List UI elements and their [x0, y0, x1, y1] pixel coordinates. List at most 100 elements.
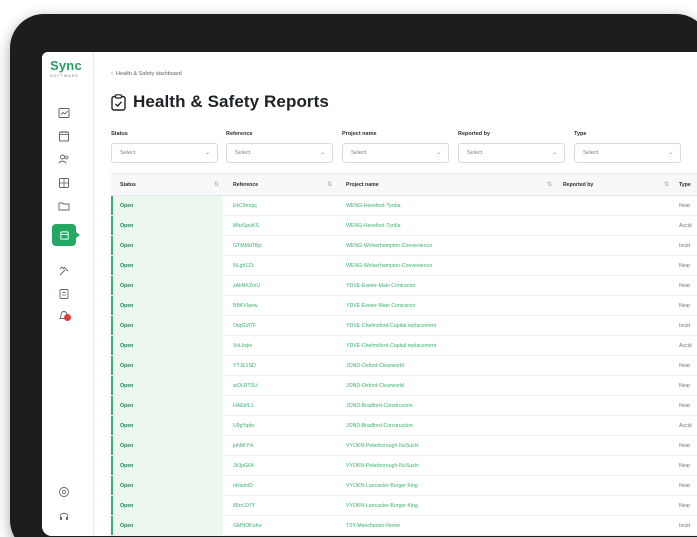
folder-icon[interactable] — [58, 200, 70, 212]
reference-link[interactable]: 85rrLD7Y — [233, 496, 255, 516]
reference-select[interactable]: Select ⌄ — [226, 143, 333, 163]
project-link[interactable]: JOND-Bradford-Construction — [346, 396, 413, 416]
table-row[interactable]: Open HAEkfL1 JOND-Bradford-Construction Nea… — [111, 396, 697, 416]
tools-icon[interactable] — [58, 265, 70, 277]
health-safety-icon[interactable] — [52, 224, 80, 246]
project-link[interactable]: JOND-Oxford-Clearworld — [346, 376, 404, 396]
project-link[interactable]: WENG-Wolverhampton-Convenience — [346, 236, 432, 256]
table-row[interactable]: Open OtqGVt7F YDVE-Chelmsford-Capital repl… — [111, 316, 697, 336]
calendar-icon[interactable] — [58, 130, 70, 142]
people-icon[interactable] — [58, 153, 70, 165]
table-row[interactable]: Open MbxSpuKS WENG-Havefoot-Tyrdla Accid — [111, 216, 697, 236]
column-header-type[interactable]: Type — [679, 174, 691, 196]
project-link[interactable]: YDVE-Exeter-Main Contractor — [346, 296, 415, 316]
table-row[interactable]: Open NLgh1ZL WENG-Wolverhampton-Convenienc… — [111, 256, 697, 276]
status-cell: Open — [120, 203, 134, 209]
project-link[interactable]: WENG-Wolverhampton-Convenience — [346, 256, 432, 276]
project-link[interactable]: VYOKN-Peterborough-NuSushi — [346, 436, 419, 456]
table-row[interactable]: Open BBKVlanw YDVE-Exeter-Main Contractor N… — [111, 296, 697, 316]
column-header-status[interactable]: Status — [120, 174, 136, 196]
type-cell: Near — [679, 503, 691, 509]
type-cell: Near — [679, 303, 691, 309]
type-cell: Near — [679, 463, 691, 469]
status-cell: Open — [120, 243, 134, 249]
project-link[interactable]: VYOKN-Lancaster-Burger King — [346, 496, 418, 516]
table-row[interactable]: Open 85rrLD7Y VYOKN-Lancaster-Burger King N… — [111, 496, 697, 516]
reported-by-select[interactable]: Select ⌄ — [458, 143, 565, 163]
column-header-project[interactable]: Project name — [346, 174, 379, 196]
sort-icon[interactable]: ⇅ — [664, 174, 669, 196]
reference-link[interactable]: YTJE1SD — [233, 356, 256, 376]
project-select-value: Select — [351, 150, 367, 156]
type-cell: Incid — [679, 243, 690, 249]
project-link[interactable]: VYOKN-Lancaster-Burger King — [346, 476, 418, 496]
table-row[interactable]: Open Jk3pG64 VYOKN-Peterborough-NuSushi Nea… — [111, 456, 697, 476]
table-row[interactable]: Open U9gYqde JOND-Bradford-Construction Acc… — [111, 416, 697, 436]
filter-label-reported-by: Reported by — [458, 131, 491, 137]
table-row[interactable]: Open GTMMdTBjc WENG-Wolverhampton-Convenie… — [111, 236, 697, 256]
reference-link[interactable]: EkC8mqsj — [233, 196, 257, 216]
table-row[interactable]: Open wOLRT0Lt JOND-Oxford-Clearworld Near — [111, 376, 697, 396]
reference-link[interactable]: GTMMdTBjc — [233, 236, 262, 256]
breadcrumb[interactable]: ‹ Health & Safety dashboard — [111, 71, 182, 77]
help-icon[interactable] — [58, 510, 70, 522]
reference-link[interactable]: juhMrYrk — [233, 436, 254, 456]
project-link[interactable]: YDVE-Exeter-Main Contractor — [346, 276, 415, 296]
table-row[interactable]: Open VoLkxjie YDVE-Chelmsford-Capital repl… — [111, 336, 697, 356]
status-cell: Open — [120, 463, 134, 469]
reference-link[interactable]: wOLRT0Lt — [233, 376, 258, 396]
settings-icon[interactable] — [58, 486, 70, 498]
column-header-reported-by[interactable]: Reported by — [563, 174, 593, 196]
filter-label-status: Status — [111, 131, 128, 137]
table-row[interactable]: Open nHiamiD VYOKN-Lancaster-Burger King Ne… — [111, 476, 697, 496]
reference-link[interactable]: GMNOKuKe — [233, 516, 262, 536]
dashboard-icon[interactable] — [58, 107, 70, 119]
app-screen: Sync SOFTWARE ‹ Health & Safety dashboar… — [42, 52, 697, 536]
reference-link[interactable]: Jk3pG64 — [233, 456, 254, 476]
reference-link[interactable]: zAkNKZmU — [233, 276, 260, 296]
reference-link[interactable]: nHiamiD — [233, 476, 253, 496]
reference-link[interactable]: VoLkxjie — [233, 336, 252, 356]
project-link[interactable]: JOND-Oxford-Clearworld — [346, 356, 404, 376]
reference-link[interactable]: MbxSpuKS — [233, 216, 259, 236]
status-select-value: Select — [120, 150, 136, 156]
breadcrumb-link[interactable]: Health & Safety dashboard — [116, 71, 182, 77]
status-cell: Open — [120, 223, 134, 229]
filter-label-type: Type — [574, 131, 587, 137]
clipboard-check-icon — [111, 93, 126, 111]
status-select[interactable]: Select ⌄ — [111, 143, 218, 163]
checklist-icon[interactable] — [58, 288, 70, 300]
type-select-value: Select — [583, 150, 599, 156]
document-icon[interactable] — [58, 177, 70, 189]
sort-icon[interactable]: ⇅ — [327, 174, 332, 196]
type-select[interactable]: Select ⌄ — [574, 143, 681, 163]
table-row[interactable]: Open YTJE1SD JOND-Oxford-Clearworld Near — [111, 356, 697, 376]
project-link[interactable]: YDVE-Chelmsford-Capital replacement — [346, 336, 436, 356]
table-row[interactable]: Open zAkNKZmU YDVE-Exeter-Main Contractor N… — [111, 276, 697, 296]
reference-link[interactable]: HAEkfL1 — [233, 396, 253, 416]
reference-link[interactable]: U9gYqde — [233, 416, 254, 436]
project-link[interactable]: WENG-Havefoot-Tyrdla — [346, 216, 400, 236]
project-link[interactable]: WENG-Havefoot-Tyrdla — [346, 196, 400, 216]
reference-link[interactable]: OtqGVt7F — [233, 316, 256, 336]
project-link[interactable]: TSY-Manchester-Nome — [346, 516, 400, 536]
project-link[interactable]: VYOKN-Peterborough-NuSushi — [346, 456, 419, 476]
sort-icon[interactable]: ⇅ — [547, 174, 552, 196]
type-cell: Near — [679, 403, 691, 409]
reference-link[interactable]: NLgh1ZL — [233, 256, 254, 276]
project-select[interactable]: Select ⌄ — [342, 143, 449, 163]
logo-subtext: SOFTWARE — [50, 74, 80, 78]
sidebar: Sync SOFTWARE — [42, 52, 94, 536]
type-cell: Accid — [679, 343, 692, 349]
page-title: Health & Safety Reports — [133, 92, 329, 111]
project-link[interactable]: YDVE-Chelmsford-Capital replacement — [346, 316, 436, 336]
type-cell: Near — [679, 383, 691, 389]
table-row[interactable]: Open juhMrYrk VYOKN-Peterborough-NuSushi Ne… — [111, 436, 697, 456]
type-cell: Near — [679, 283, 691, 289]
column-header-reference[interactable]: Reference — [233, 174, 258, 196]
reference-link[interactable]: BBKVlanw — [233, 296, 258, 316]
table-row[interactable]: Open GMNOKuKe TSY-Manchester-Nome Incid — [111, 516, 697, 536]
project-link[interactable]: JOND-Bradford-Construction — [346, 416, 413, 436]
sort-icon[interactable]: ⇅ — [214, 174, 219, 196]
table-row[interactable]: Open EkC8mqsj WENG-Havefoot-Tyrdla Near — [111, 196, 697, 216]
